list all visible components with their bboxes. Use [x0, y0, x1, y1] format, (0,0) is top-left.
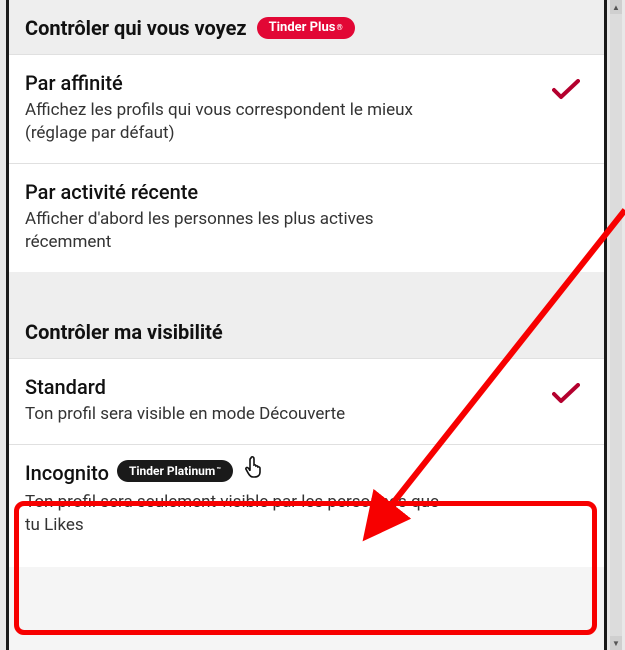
option-affinity-text: Par affinité Affichez les profils qui vo… — [25, 71, 445, 145]
scrollbar[interactable]: ▲ ▼ — [610, 0, 622, 650]
option-incognito-text: Incognito Tinder Platinum™ Ton profil se… — [25, 461, 445, 537]
option-standard[interactable]: Standard Ton profil sera visible en mode… — [9, 358, 604, 444]
section-title-visibility: Contrôler ma visibilité — [25, 320, 223, 344]
option-standard-text: Standard Ton profil sera visible en mode… — [25, 375, 445, 426]
option-incognito[interactable]: Incognito Tinder Platinum™ Ton profil se… — [9, 444, 604, 567]
tinder-plus-badge: Tinder Plus® — [257, 17, 355, 39]
section-title-who-you-see: Contrôler qui vous voyez — [25, 16, 247, 40]
checkmark-icon — [552, 375, 588, 405]
badge-plus-label: Tinder Plus — [269, 21, 336, 34]
option-affinity-title: Par affinité — [25, 71, 445, 95]
checkmark-icon — [552, 71, 588, 101]
settings-panel: Contrôler qui vous voyez Tinder Plus® Pa… — [6, 0, 607, 650]
cursor-pointer-icon — [243, 455, 265, 479]
option-standard-desc: Ton profil sera visible en mode Découver… — [25, 403, 445, 426]
trademark-icon: ™ — [216, 467, 220, 474]
scrollbar-up-icon[interactable]: ▲ — [610, 0, 622, 14]
option-affinity[interactable]: Par affinité Affichez les profils qui vo… — [9, 54, 604, 163]
option-recent-text: Par activité récente Afficher d'abord le… — [25, 180, 445, 254]
section-header-who-you-see: Contrôler qui vous voyez Tinder Plus® — [9, 0, 604, 54]
option-recent-desc: Afficher d'abord les personnes les plus … — [25, 208, 445, 254]
tinder-platinum-badge: Tinder Platinum™ — [117, 460, 233, 482]
badge-platinum-label: Tinder Platinum — [129, 465, 215, 477]
option-affinity-desc: Affichez les profils qui vous correspond… — [25, 99, 445, 145]
option-recent-activity[interactable]: Par activité récente Afficher d'abord le… — [9, 163, 604, 272]
section-header-visibility: Contrôler ma visibilité — [9, 272, 604, 358]
option-standard-title: Standard — [25, 375, 445, 399]
registered-icon: ® — [336, 24, 342, 32]
option-incognito-desc: Ton profil sera seulement visible par le… — [25, 491, 445, 537]
option-incognito-title: Incognito — [25, 461, 109, 485]
option-recent-title: Par activité récente — [25, 180, 445, 204]
scrollbar-down-icon[interactable]: ▼ — [610, 636, 622, 650]
